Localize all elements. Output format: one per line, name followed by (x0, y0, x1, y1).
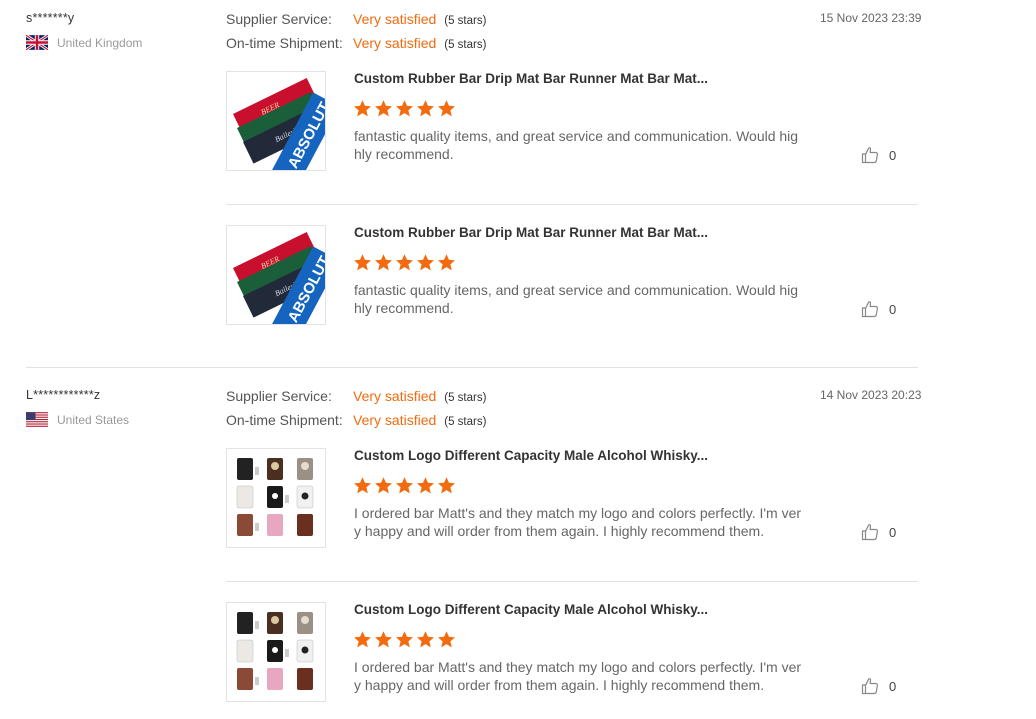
helpful-button[interactable]: 0 (860, 676, 896, 696)
helpful-button[interactable]: 0 (860, 522, 896, 542)
ontime-shipment-value: Very satisfied (353, 412, 437, 428)
star-icon (353, 99, 372, 118)
uk-flag-icon (26, 35, 48, 50)
star-icon (395, 253, 414, 272)
ontime-shipment-stars: (5 stars) (444, 39, 487, 51)
ontime-shipment-label: On-time Shipment: (226, 35, 343, 51)
review-comment: I ordered bar Matt's and they match my l… (354, 505, 802, 539)
thumbs-up-icon (860, 522, 880, 542)
star-icon (437, 253, 456, 272)
helpful-button[interactable]: 0 (860, 145, 896, 165)
ontime-shipment-label: On-time Shipment: (226, 412, 343, 428)
ontime-shipment-rating: On-time Shipment: Very satisfied (5 stars) (226, 35, 486, 51)
helpful-count: 0 (889, 678, 897, 694)
supplier-service-stars: (5 stars) (444, 15, 487, 27)
review-date: 15 Nov 2023 23:39 (820, 11, 922, 25)
star-icon (374, 476, 393, 495)
star-icon (416, 99, 435, 118)
supplier-service-value: Very satisfied (353, 11, 437, 27)
flask-image (227, 603, 325, 701)
product-thumbnail[interactable] (226, 448, 326, 548)
star-rating (353, 99, 456, 118)
supplier-service-rating: Supplier Service: Very satisfied (5 stars) (226, 11, 486, 27)
supplier-service-value: Very satisfied (353, 388, 437, 404)
product-thumbnail[interactable] (226, 225, 326, 325)
helpful-count: 0 (889, 524, 897, 540)
product-title-link[interactable]: Custom Rubber Bar Drip Mat Bar Runner Ma… (354, 225, 708, 240)
review-item: Custom Rubber Bar Drip Mat Bar Runner Ma… (226, 225, 918, 327)
reviewer-name: s*******y (26, 11, 75, 25)
star-icon (395, 99, 414, 118)
reviewer-info: L************z United States (26, 388, 129, 402)
supplier-service-label: Supplier Service: (226, 11, 332, 27)
item-divider (226, 204, 918, 205)
review-divider (26, 367, 918, 368)
star-icon (437, 630, 456, 649)
thumbs-up-icon (860, 145, 880, 165)
star-icon (374, 253, 393, 272)
review-comment: I ordered bar Matt's and they match my l… (354, 659, 802, 693)
thumbs-up-icon (860, 299, 880, 319)
review-comment: fantastic quality items, and great servi… (354, 282, 799, 316)
supplier-service-label: Supplier Service: (226, 388, 332, 404)
thumbs-up-icon (860, 676, 880, 696)
country-name: United States (57, 412, 130, 427)
star-icon (395, 476, 414, 495)
bar-mat-image (227, 72, 325, 170)
review-item: Custom Logo Different Capacity Male Alco… (226, 448, 918, 550)
star-icon (374, 99, 393, 118)
review-item: Custom Rubber Bar Drip Mat Bar Runner Ma… (226, 71, 918, 173)
review-comment: fantastic quality items, and great servi… (354, 128, 799, 162)
star-icon (353, 630, 372, 649)
review-date: 14 Nov 2023 20:23 (820, 388, 922, 402)
star-rating (353, 630, 456, 649)
country-name: United Kingdom (57, 35, 143, 50)
reviewer-country: United Kingdom (26, 35, 142, 50)
star-icon (437, 99, 456, 118)
star-rating (353, 253, 456, 272)
product-title-link[interactable]: Custom Rubber Bar Drip Mat Bar Runner Ma… (354, 71, 708, 86)
star-icon (353, 476, 372, 495)
review-item: Custom Logo Different Capacity Male Alco… (226, 602, 918, 704)
star-icon (416, 253, 435, 272)
item-divider (226, 581, 918, 582)
supplier-service-stars: (5 stars) (444, 392, 487, 404)
star-rating (353, 476, 456, 495)
ontime-shipment-value: Very satisfied (353, 35, 437, 51)
helpful-count: 0 (889, 301, 897, 317)
product-thumbnail[interactable] (226, 71, 326, 171)
product-title-link[interactable]: Custom Logo Different Capacity Male Alco… (354, 602, 708, 617)
product-title-link[interactable]: Custom Logo Different Capacity Male Alco… (354, 448, 708, 463)
star-icon (395, 630, 414, 649)
star-icon (374, 630, 393, 649)
bar-mat-image (227, 226, 325, 324)
supplier-service-rating: Supplier Service: Very satisfied (5 stars) (226, 388, 486, 404)
us-flag-icon (26, 412, 48, 427)
flask-image (227, 449, 325, 547)
helpful-button[interactable]: 0 (860, 299, 896, 319)
helpful-count: 0 (889, 147, 897, 163)
star-icon (416, 476, 435, 495)
star-icon (416, 630, 435, 649)
reviewer-country: United States (26, 412, 129, 427)
reviewer-name: L************z (26, 388, 101, 402)
ontime-shipment-rating: On-time Shipment: Very satisfied (5 stars) (226, 412, 486, 428)
ontime-shipment-stars: (5 stars) (444, 416, 487, 428)
star-icon (353, 253, 372, 272)
star-icon (437, 476, 456, 495)
product-thumbnail[interactable] (226, 602, 326, 702)
reviewer-info: s*******y United Kingdom (26, 11, 142, 25)
